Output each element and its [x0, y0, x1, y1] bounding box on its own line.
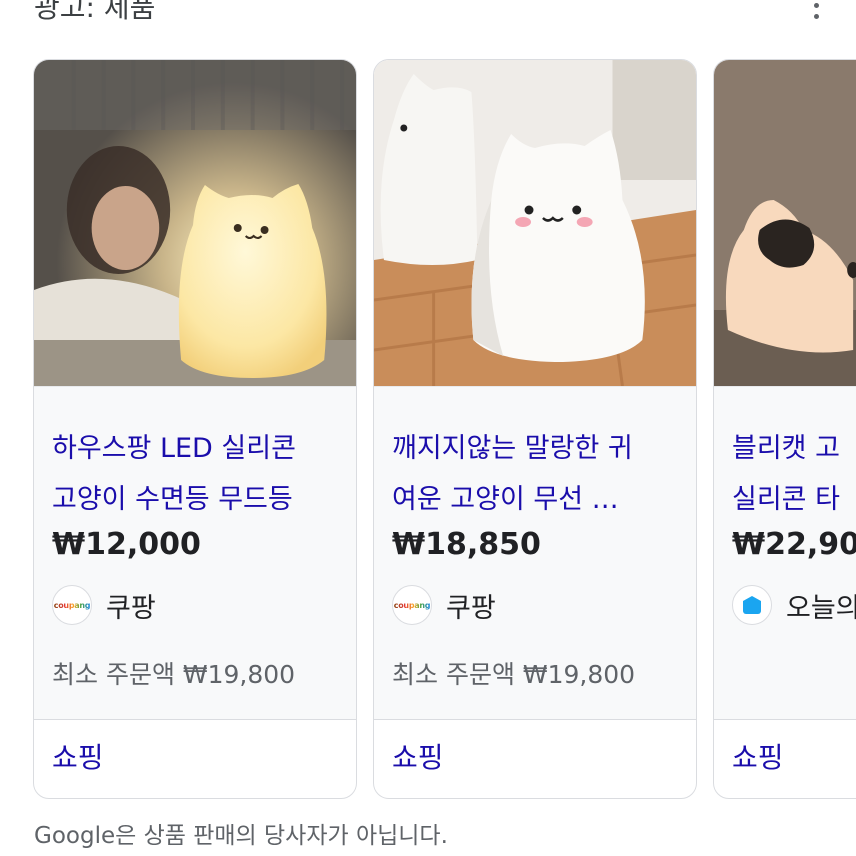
product-card[interactable]: 하우스팡 LED 실리콘 고양이 수면등 무드등 ₩12,000 coupang… [33, 59, 357, 799]
product-price: ₩22,90 [732, 527, 856, 562]
min-order-amount: 최소 주문액 ₩19,800 [52, 660, 296, 689]
product-title[interactable]: 깨지지않는 말랑한 귀 여운 고양이 무선 … [392, 423, 682, 525]
merchant: 오늘의 [732, 583, 856, 627]
merchant: coupang 쿠팡 [392, 583, 496, 627]
product-price: ₩12,000 [52, 527, 201, 562]
product-info[interactable]: 블리캣 고 실리콘 타 ₩22,90 오늘의 [714, 386, 856, 720]
section-title: 광고: 제품 [34, 0, 156, 24]
merchant: coupang 쿠팡 [52, 583, 156, 627]
shopping-link[interactable]: 쇼핑 [392, 736, 444, 776]
coupang-logo-icon: coupang [392, 585, 432, 625]
product-image[interactable] [374, 60, 696, 386]
min-order-amount: 최소 주문액 ₩19,800 [392, 660, 636, 689]
merchant-name: 쿠팡 [446, 592, 496, 624]
product-image[interactable] [714, 60, 856, 386]
more-options-icon[interactable] [800, 0, 832, 22]
ohouse-logo-icon [732, 585, 772, 625]
product-image[interactable] [34, 60, 356, 386]
product-title[interactable]: 블리캣 고 실리콘 타 [732, 423, 856, 525]
disclaimer-text: Google은 상품 판매의 당사자가 아닙니다. [34, 823, 448, 849]
coupang-logo-icon: coupang [52, 585, 92, 625]
product-carousel[interactable]: 하우스팡 LED 실리콘 고양이 수면등 무드등 ₩12,000 coupang… [0, 59, 856, 803]
product-price: ₩18,850 [392, 527, 541, 562]
product-title[interactable]: 하우스팡 LED 실리콘 고양이 수면등 무드등 [52, 423, 342, 525]
merchant-name: 오늘의 [786, 592, 856, 624]
shopping-link[interactable]: 쇼핑 [732, 736, 784, 776]
merchant-name: 쿠팡 [106, 592, 156, 624]
product-info[interactable]: 깨지지않는 말랑한 귀 여운 고양이 무선 … ₩18,850 coupang … [374, 386, 696, 720]
product-card[interactable]: 깨지지않는 말랑한 귀 여운 고양이 무선 … ₩18,850 coupang … [373, 59, 697, 799]
product-card[interactable]: 블리캣 고 실리콘 타 ₩22,90 오늘의 쇼핑 [713, 59, 856, 799]
product-info[interactable]: 하우스팡 LED 실리콘 고양이 수면등 무드등 ₩12,000 coupang… [34, 386, 356, 720]
shopping-link[interactable]: 쇼핑 [52, 736, 104, 776]
